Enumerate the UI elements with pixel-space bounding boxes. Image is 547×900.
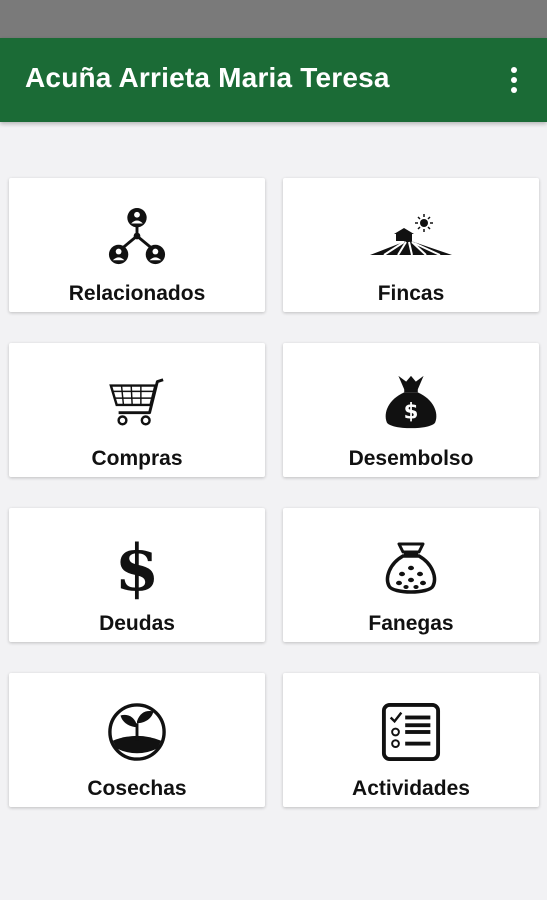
shopping-cart-icon bbox=[107, 369, 167, 435]
menu-card-label: Fanegas bbox=[368, 612, 454, 635]
farm-field-icon bbox=[365, 204, 457, 270]
menu-card-relacionados[interactable]: Relacionados bbox=[9, 178, 265, 312]
menu-card-desembolso[interactable]: $ Desembolso bbox=[283, 343, 539, 477]
dollar-sign-icon: $ bbox=[107, 534, 167, 600]
menu-card-actividades[interactable]: Actividades bbox=[283, 673, 539, 807]
menu-card-label: Desembolso bbox=[348, 447, 474, 470]
svg-text:$: $ bbox=[404, 399, 419, 424]
menu-card-fincas[interactable]: Fincas bbox=[283, 178, 539, 312]
menu-card-label: Deudas bbox=[99, 612, 175, 635]
menu-card-compras[interactable]: Compras bbox=[9, 343, 265, 477]
overflow-menu-button[interactable] bbox=[496, 60, 532, 100]
svg-text:$: $ bbox=[115, 534, 160, 600]
status-bar bbox=[0, 0, 547, 38]
app-bar: Acuña Arrieta Maria Teresa bbox=[0, 38, 547, 122]
menu-card-label: Actividades bbox=[352, 777, 470, 800]
more-vert-icon-dot bbox=[511, 77, 517, 83]
menu-card-label: Relacionados bbox=[68, 282, 206, 305]
money-bag-icon: $ bbox=[381, 369, 441, 435]
more-vert-icon-dot bbox=[511, 87, 517, 93]
menu-card-label: Compras bbox=[91, 447, 183, 470]
page-title: Acuña Arrieta Maria Teresa bbox=[25, 62, 390, 93]
people-network-icon bbox=[107, 204, 167, 270]
more-vert-icon bbox=[511, 67, 517, 73]
grain-sack-icon bbox=[381, 534, 441, 600]
menu-card-fanegas[interactable]: Fanegas bbox=[283, 508, 539, 642]
checklist-icon bbox=[381, 699, 441, 765]
menu-card-deudas[interactable]: $ Deudas bbox=[9, 508, 265, 642]
menu-card-cosechas[interactable]: Cosechas bbox=[9, 673, 265, 807]
menu-card-label: Cosechas bbox=[87, 777, 187, 800]
menu-card-label: Fincas bbox=[377, 282, 445, 305]
sprout-icon bbox=[107, 699, 167, 765]
